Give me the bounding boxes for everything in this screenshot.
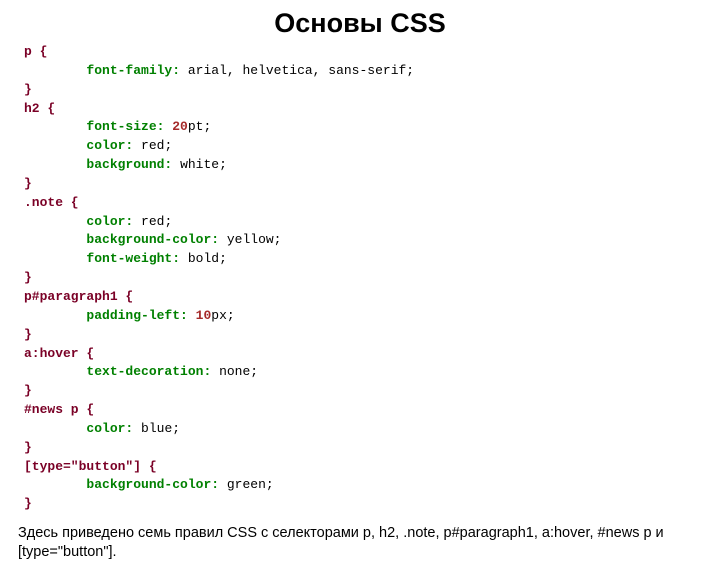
css-code-block: p { font-family: arial, helvetica, sans-… bbox=[16, 43, 704, 514]
footer-text: Здесь приведено семь правил CSS с селект… bbox=[16, 524, 704, 562]
page-title: Основы CSS bbox=[16, 8, 704, 39]
